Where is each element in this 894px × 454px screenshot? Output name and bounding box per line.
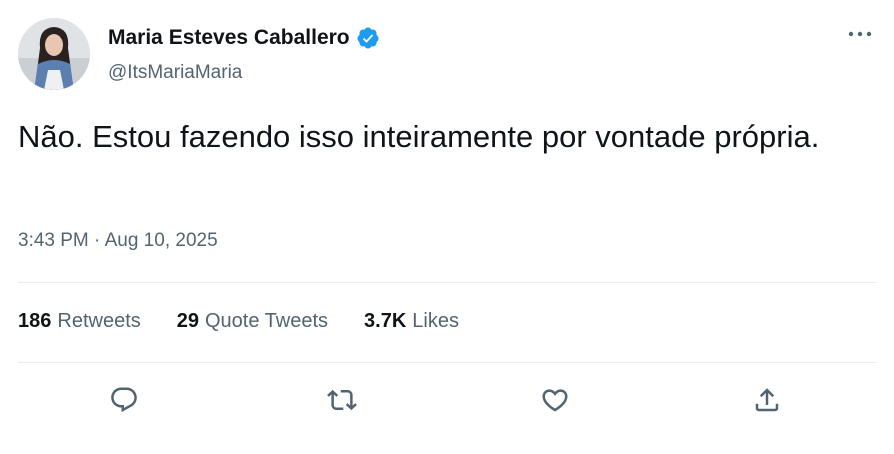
divider <box>18 362 876 363</box>
retweet-icon <box>327 389 357 411</box>
more-horizontal-icon <box>848 31 872 37</box>
likes-count: 3.7K <box>364 310 407 332</box>
share-icon <box>755 388 779 412</box>
avatar[interactable] <box>18 18 90 90</box>
likes-stat[interactable]: 3.7K Likes <box>364 310 459 333</box>
tweet-text: Não. Estou fazendo isso inteiramente por… <box>18 119 820 154</box>
author-name-row: Maria Esteves Caballero <box>108 26 380 50</box>
retweets-stat[interactable]: 186 Retweets <box>18 310 141 333</box>
tweet-actions <box>0 380 894 420</box>
reply-button[interactable] <box>104 380 144 420</box>
tweet-stats: 186 Retweets 29 Quote Tweets 3.7K Likes <box>18 310 459 333</box>
like-button[interactable] <box>535 380 575 420</box>
tweet-card: Maria Esteves Caballero @ItsMariaMaria N… <box>0 0 894 454</box>
tweet-timestamp[interactable]: 3:43 PM · Aug 10, 2025 <box>18 230 218 252</box>
divider <box>18 282 876 283</box>
share-button[interactable] <box>747 380 787 420</box>
retweet-button[interactable] <box>322 380 362 420</box>
more-options-button[interactable] <box>846 24 874 44</box>
quote-tweets-label: Quote Tweets <box>205 310 329 332</box>
retweets-count: 186 <box>18 310 52 332</box>
heart-icon <box>542 389 568 412</box>
likes-label: Likes <box>412 310 459 332</box>
verified-badge-icon <box>356 26 380 50</box>
quote-tweets-count: 29 <box>176 310 199 332</box>
quote-tweets-stat[interactable]: 29 Quote Tweets <box>177 310 328 333</box>
retweets-label: Retweets <box>57 310 141 332</box>
avatar-image <box>18 18 90 90</box>
author-display-name[interactable]: Maria Esteves Caballero <box>108 26 350 50</box>
reply-icon <box>111 387 137 413</box>
author-handle[interactable]: @ItsMariaMaria <box>108 62 242 84</box>
